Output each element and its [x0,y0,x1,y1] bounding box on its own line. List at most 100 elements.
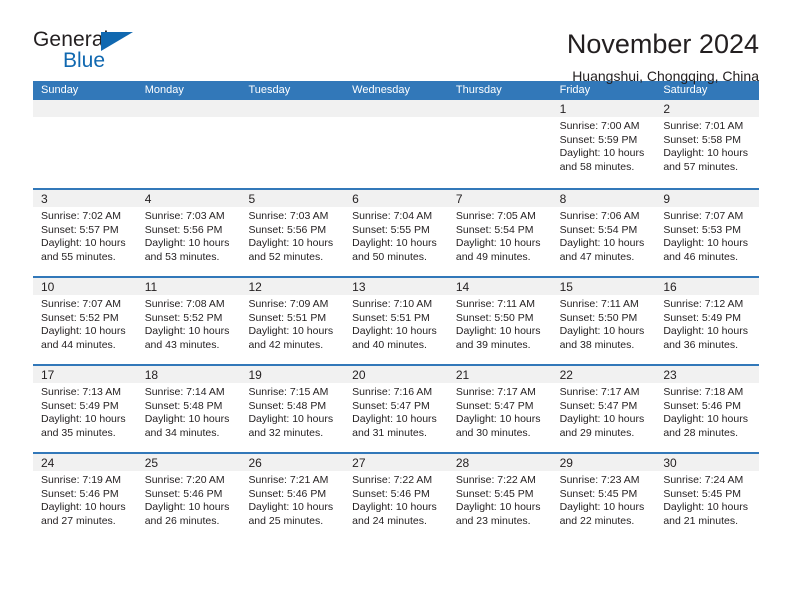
day-cell[interactable]: 12 Sunrise: 7:09 AM Sunset: 5:51 PM Dayligh… [240,278,345,364]
daylight-text-line1: Daylight: 10 hours [41,413,126,426]
day-cell[interactable]: 22 Sunrise: 7:17 AM Sunset: 5:47 PM Dayligh… [551,366,656,452]
sunrise-text: Sunrise: 7:24 AM [663,474,744,486]
sunset-text: Sunset: 5:56 PM [248,223,327,236]
title-block: November 2024 Huangshui, Chongqing, Chin… [567,28,759,86]
day-cell[interactable]: 6 Sunrise: 7:04 AM Sunset: 5:55 PM Daylight… [344,190,448,276]
daylight-text-line2: and 39 minutes. [455,338,531,351]
day-number-band: 29 [551,454,656,471]
daylight-text-line2: and 46 minutes. [663,250,739,263]
day-cell[interactable]: 9 Sunrise: 7:07 AM Sunset: 5:53 PM Daylight… [655,190,760,276]
sunrise-text: Sunrise: 7:17 AM [559,386,640,398]
day-cell[interactable]: 25 Sunrise: 7:20 AM Sunset: 5:46 PM Dayligh… [136,454,241,540]
general-blue-logo[interactable]: General Blue [33,28,153,76]
daylight-text-line2: and 27 minutes. [41,514,116,527]
day-number-band: 10 [33,278,137,295]
day-details: Sunrise: 7:02 AM Sunset: 5:57 PM Daylight:… [33,207,137,264]
day-cell[interactable]: 30 Sunrise: 7:24 AM Sunset: 5:45 PM Dayligh… [655,454,760,540]
day-cell[interactable]: 21 Sunrise: 7:17 AM Sunset: 5:47 PM Dayligh… [447,366,552,452]
day-number-band: 20 [344,366,448,383]
daylight-text-line2: and 34 minutes. [144,426,220,439]
day-cell[interactable]: 23 Sunrise: 7:18 AM Sunset: 5:46 PM Dayligh… [655,366,760,452]
day-number-band: 7 [447,190,552,207]
day-details: Sunrise: 7:00 AM Sunset: 5:59 PM Daylight:… [552,117,656,174]
weekday-header-row: Sunday Monday Tuesday Wednesday Thursday… [33,81,759,100]
day-details: Sunrise: 7:15 AM Sunset: 5:48 PM Daylight:… [240,383,344,440]
daylight-text-line1: Daylight: 10 hours [663,413,748,426]
daylight-text-line1: Daylight: 10 hours [559,147,645,160]
day-cell[interactable]: 10 Sunrise: 7:07 AM Sunset: 5:52 PM Dayligh… [33,278,137,364]
day-cell[interactable]: 4 Sunrise: 7:03 AM Sunset: 5:56 PM Daylight… [136,190,241,276]
day-cell[interactable]: 20 Sunrise: 7:16 AM Sunset: 5:47 PM Dayligh… [344,366,448,452]
day-cell[interactable]: 16 Sunrise: 7:12 AM Sunset: 5:49 PM Dayligh… [655,278,760,364]
sunrise-text: Sunrise: 7:02 AM [41,210,121,222]
day-details: Sunrise: 7:12 AM Sunset: 5:49 PM Daylight:… [655,295,759,352]
sunrise-text: Sunrise: 7:17 AM [455,386,536,398]
daylight-text-line1: Daylight: 10 hours [248,501,334,514]
sunset-text: Sunset: 5:46 PM [352,487,430,500]
daylight-text-line1: Daylight: 10 hours [248,237,334,250]
day-number: 13 [352,280,366,294]
sunset-text: Sunset: 5:52 PM [144,311,223,324]
day-number: 15 [559,280,573,294]
daylight-text-line1: Daylight: 10 hours [41,237,126,250]
day-cell[interactable]: 24 Sunrise: 7:19 AM Sunset: 5:46 PM Dayligh… [33,454,137,540]
day-cell[interactable]: 18 Sunrise: 7:14 AM Sunset: 5:48 PM Dayligh… [136,366,241,452]
sunset-text: Sunset: 5:59 PM [559,133,638,146]
sunset-text: Sunset: 5:47 PM [559,399,638,412]
daylight-text-line1: Daylight: 10 hours [559,237,645,250]
day-details [137,117,241,120]
day-details: Sunrise: 7:17 AM Sunset: 5:47 PM Daylight:… [448,383,552,440]
sunrise-text: Sunrise: 7:22 AM [455,474,536,486]
day-cell[interactable]: 1 Sunrise: 7:00 AM Sunset: 5:59 PM Daylight… [551,100,656,188]
day-cell[interactable]: 13 Sunrise: 7:10 AM Sunset: 5:51 PM Dayligh… [344,278,448,364]
daylight-text-line2: and 24 minutes. [352,514,427,527]
daylight-text-line1: Daylight: 10 hours [663,147,748,160]
day-cell[interactable]: 27 Sunrise: 7:22 AM Sunset: 5:46 PM Dayligh… [344,454,448,540]
day-details: Sunrise: 7:09 AM Sunset: 5:51 PM Daylight:… [240,295,344,352]
day-number: 14 [455,280,470,294]
weekday-header-wednesday: Wednesday [352,84,411,96]
sunrise-text: Sunrise: 7:09 AM [248,298,329,310]
day-cell[interactable]: 17 Sunrise: 7:13 AM Sunset: 5:49 PM Dayligh… [33,366,137,452]
day-cell[interactable]: 26 Sunrise: 7:21 AM Sunset: 5:46 PM Dayligh… [240,454,345,540]
page-header: General Blue November 2024 Huangshui, Ch… [33,0,759,84]
day-number: 6 [352,192,359,206]
day-number: 7 [455,192,463,206]
day-cell[interactable]: 29 Sunrise: 7:23 AM Sunset: 5:45 PM Dayligh… [551,454,656,540]
calendar-week-row: 24 Sunrise: 7:19 AM Sunset: 5:46 PM Dayligh… [33,452,760,540]
sunset-text: Sunset: 5:49 PM [41,399,119,412]
day-number-band: 4 [136,190,241,207]
sunrise-text: Sunrise: 7:11 AM [455,298,536,310]
sunset-text: Sunset: 5:57 PM [41,223,119,236]
sunrise-text: Sunrise: 7:15 AM [248,386,329,398]
weekday-header-friday: Friday [559,84,591,96]
day-details: Sunrise: 7:20 AM Sunset: 5:46 PM Daylight:… [137,471,241,528]
day-cell[interactable]: 14 Sunrise: 7:11 AM Sunset: 5:50 PM Dayligh… [447,278,552,364]
sunrise-text: Sunrise: 7:04 AM [352,210,433,222]
weekday-header-thursday: Thursday [455,84,502,96]
daylight-text-line1: Daylight: 10 hours [248,325,334,338]
day-number-band [33,100,137,117]
day-details: Sunrise: 7:22 AM Sunset: 5:45 PM Daylight:… [448,471,552,528]
daylight-text-line2: and 26 minutes. [144,514,220,527]
day-cell[interactable]: 19 Sunrise: 7:15 AM Sunset: 5:48 PM Dayligh… [240,366,345,452]
day-cell[interactable]: 5 Sunrise: 7:03 AM Sunset: 5:56 PM Daylight… [240,190,345,276]
daylight-text-line2: and 42 minutes. [248,338,324,351]
page-title: November 2024 [566,29,759,59]
sunrise-text: Sunrise: 7:19 AM [41,474,121,486]
day-cell[interactable]: 7 Sunrise: 7:05 AM Sunset: 5:54 PM Daylight… [447,190,552,276]
day-cell[interactable]: 8 Sunrise: 7:06 AM Sunset: 5:54 PM Daylight… [551,190,656,276]
day-number: 28 [455,456,470,470]
day-cell[interactable]: 2 Sunrise: 7:01 AM Sunset: 5:58 PM Daylight… [655,100,760,188]
sunrise-text: Sunrise: 7:14 AM [144,386,225,398]
day-cell[interactable]: 3 Sunrise: 7:02 AM Sunset: 5:57 PM Daylight… [33,190,137,276]
day-cell[interactable]: 15 Sunrise: 7:11 AM Sunset: 5:50 PM Dayligh… [551,278,656,364]
daylight-text-line2: and 36 minutes. [663,338,739,351]
day-cell[interactable]: 11 Sunrise: 7:08 AM Sunset: 5:52 PM Dayligh… [136,278,241,364]
day-cell[interactable]: 28 Sunrise: 7:22 AM Sunset: 5:45 PM Dayligh… [447,454,552,540]
day-cell-empty [344,100,448,188]
day-details: Sunrise: 7:08 AM Sunset: 5:52 PM Daylight:… [137,295,241,352]
day-number: 22 [559,368,573,382]
day-number-band: 30 [655,454,760,471]
day-details: Sunrise: 7:18 AM Sunset: 5:46 PM Daylight:… [655,383,759,440]
